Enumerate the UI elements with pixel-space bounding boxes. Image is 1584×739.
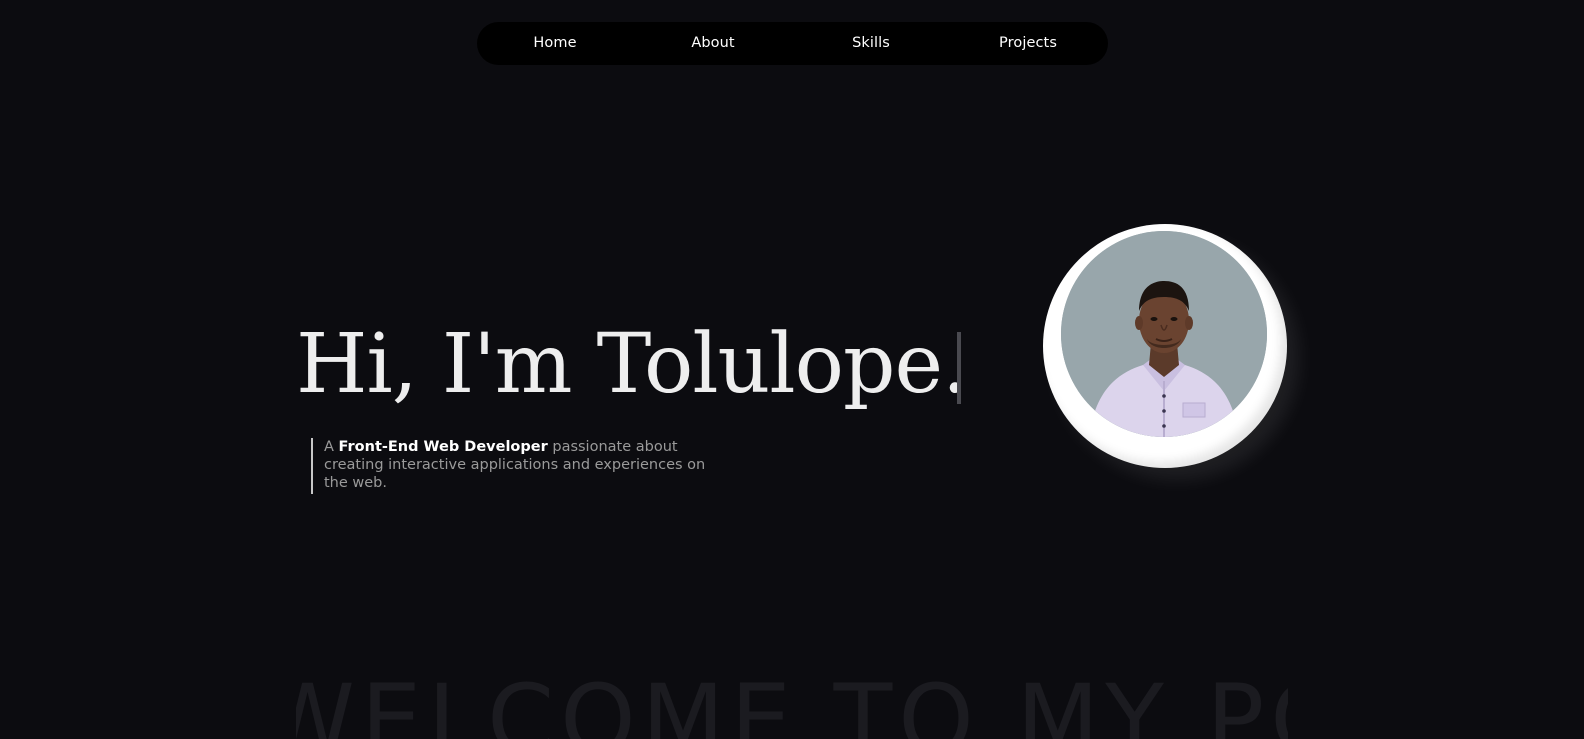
marquee-text: WELCOME TO MY PORTFOLIO bbox=[296, 665, 1288, 739]
nav-item-projects[interactable]: Projects bbox=[968, 22, 1088, 65]
nav-item-home[interactable]: Home bbox=[495, 22, 615, 65]
welcome-marquee: WELCOME TO MY PORTFOLIO bbox=[296, 665, 1288, 739]
profile-avatar bbox=[1061, 231, 1267, 437]
nav-item-skills[interactable]: Skills bbox=[811, 22, 931, 65]
nav-item-about[interactable]: About bbox=[653, 22, 773, 65]
typing-cursor bbox=[957, 332, 961, 404]
tagline-role: Front-End Web Developer bbox=[338, 439, 548, 455]
profile-photo bbox=[1061, 231, 1267, 437]
top-nav: Home About Skills Projects bbox=[477, 22, 1108, 65]
hero-title: Hi, I'm Tolulope. bbox=[296, 317, 968, 412]
hero-tagline: A Front-End Web Developer passionate abo… bbox=[311, 438, 711, 494]
page-scrollbar[interactable] bbox=[1567, 0, 1584, 739]
tagline-prefix: A bbox=[324, 439, 339, 455]
